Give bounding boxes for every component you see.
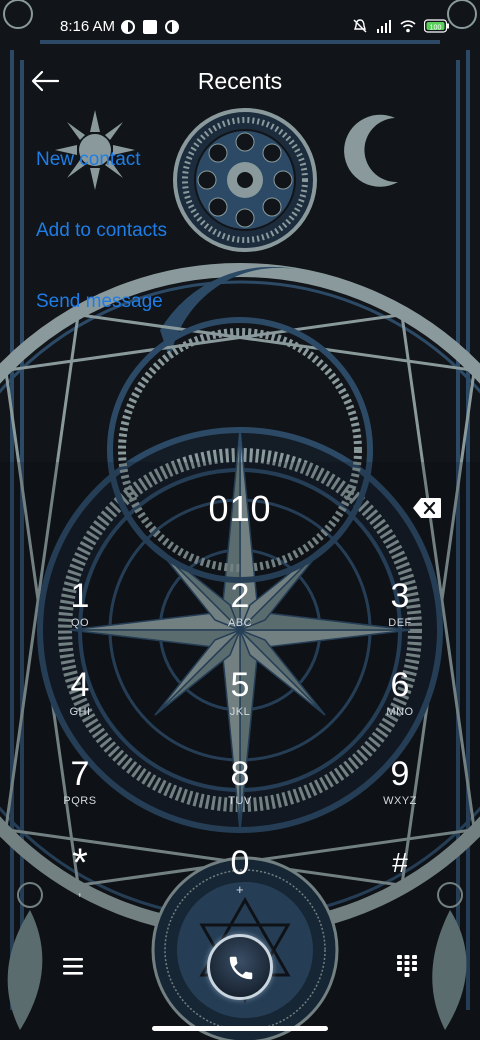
signal-icon [377,20,391,33]
key-letters: + [235,882,245,897]
square-notification-icon [143,20,157,34]
backspace-icon[interactable] [412,497,442,519]
app-notification-icon [121,20,135,34]
key-digit: 8 [230,755,250,793]
key-digit: 7 [70,755,90,793]
menu-icon[interactable] [60,954,86,978]
bottom-action-bar [0,928,480,1008]
key-8[interactable]: 8 TUV [190,754,290,834]
notification-icons [120,19,180,35]
new-contact-link[interactable]: New contact [36,148,167,219]
status-bar: 8:16 AM 100 [0,0,480,56]
key-4[interactable]: 4 GHI [30,665,130,745]
key-letters: DEF [388,617,412,629]
key-9[interactable]: 9 WXYZ [350,754,450,834]
key-letters: TUV [228,795,252,807]
key-digit: 3 [390,577,410,615]
page-title: Recents [197,68,283,94]
app-notification-icon [165,20,179,34]
key-digit: 0 [230,844,250,882]
status-time: 8:16 AM [60,18,116,35]
key-2[interactable]: 2 ABC [190,576,290,656]
key-hash[interactable]: # [350,843,450,923]
key-digit: 5 [230,666,250,704]
key-digit: * [72,841,88,885]
key-letters: JKL [229,706,251,718]
key-6[interactable]: 6 MNO [350,665,450,745]
send-message-link[interactable]: Send message [36,290,167,361]
key-5[interactable]: 5 JKL [190,665,290,745]
key-letters: , [77,882,83,898]
key-digit: 4 [70,666,90,704]
key-digit: 9 [390,755,410,793]
dialpad-icon[interactable] [396,954,418,978]
key-3[interactable]: 3 DEF [350,576,450,656]
key-letters: WXYZ [383,795,417,807]
key-letters: QO [70,617,90,629]
key-star[interactable]: * , [30,843,130,923]
key-digit: 1 [70,577,90,615]
home-indicator[interactable] [152,1026,328,1031]
phone-icon [229,956,253,980]
battery-icon: 100 [424,19,449,33]
system-icons: 100 [352,18,450,34]
mute-icon [353,19,367,33]
key-letters: ABC [227,617,253,629]
key-0[interactable]: 0 + [190,843,290,923]
header: Recents [0,56,480,106]
key-letters: PQRS [63,795,97,807]
call-button[interactable] [207,934,273,1000]
key-digit: 2 [230,577,250,615]
key-digit: # [392,847,408,878]
battery-level: 100 [430,24,442,31]
wifi-icon [400,20,416,33]
key-letters: GHI [69,706,91,718]
key-1[interactable]: 1 QO [30,576,130,656]
key-7[interactable]: 7 PQRS [30,754,130,834]
contact-actions: New contact Add to contacts Send message [36,148,167,361]
add-to-contacts-link[interactable]: Add to contacts [36,219,167,290]
key-letters: MNO [386,706,414,718]
key-digit: 6 [390,666,410,704]
dialed-number: 010 [208,488,272,529]
